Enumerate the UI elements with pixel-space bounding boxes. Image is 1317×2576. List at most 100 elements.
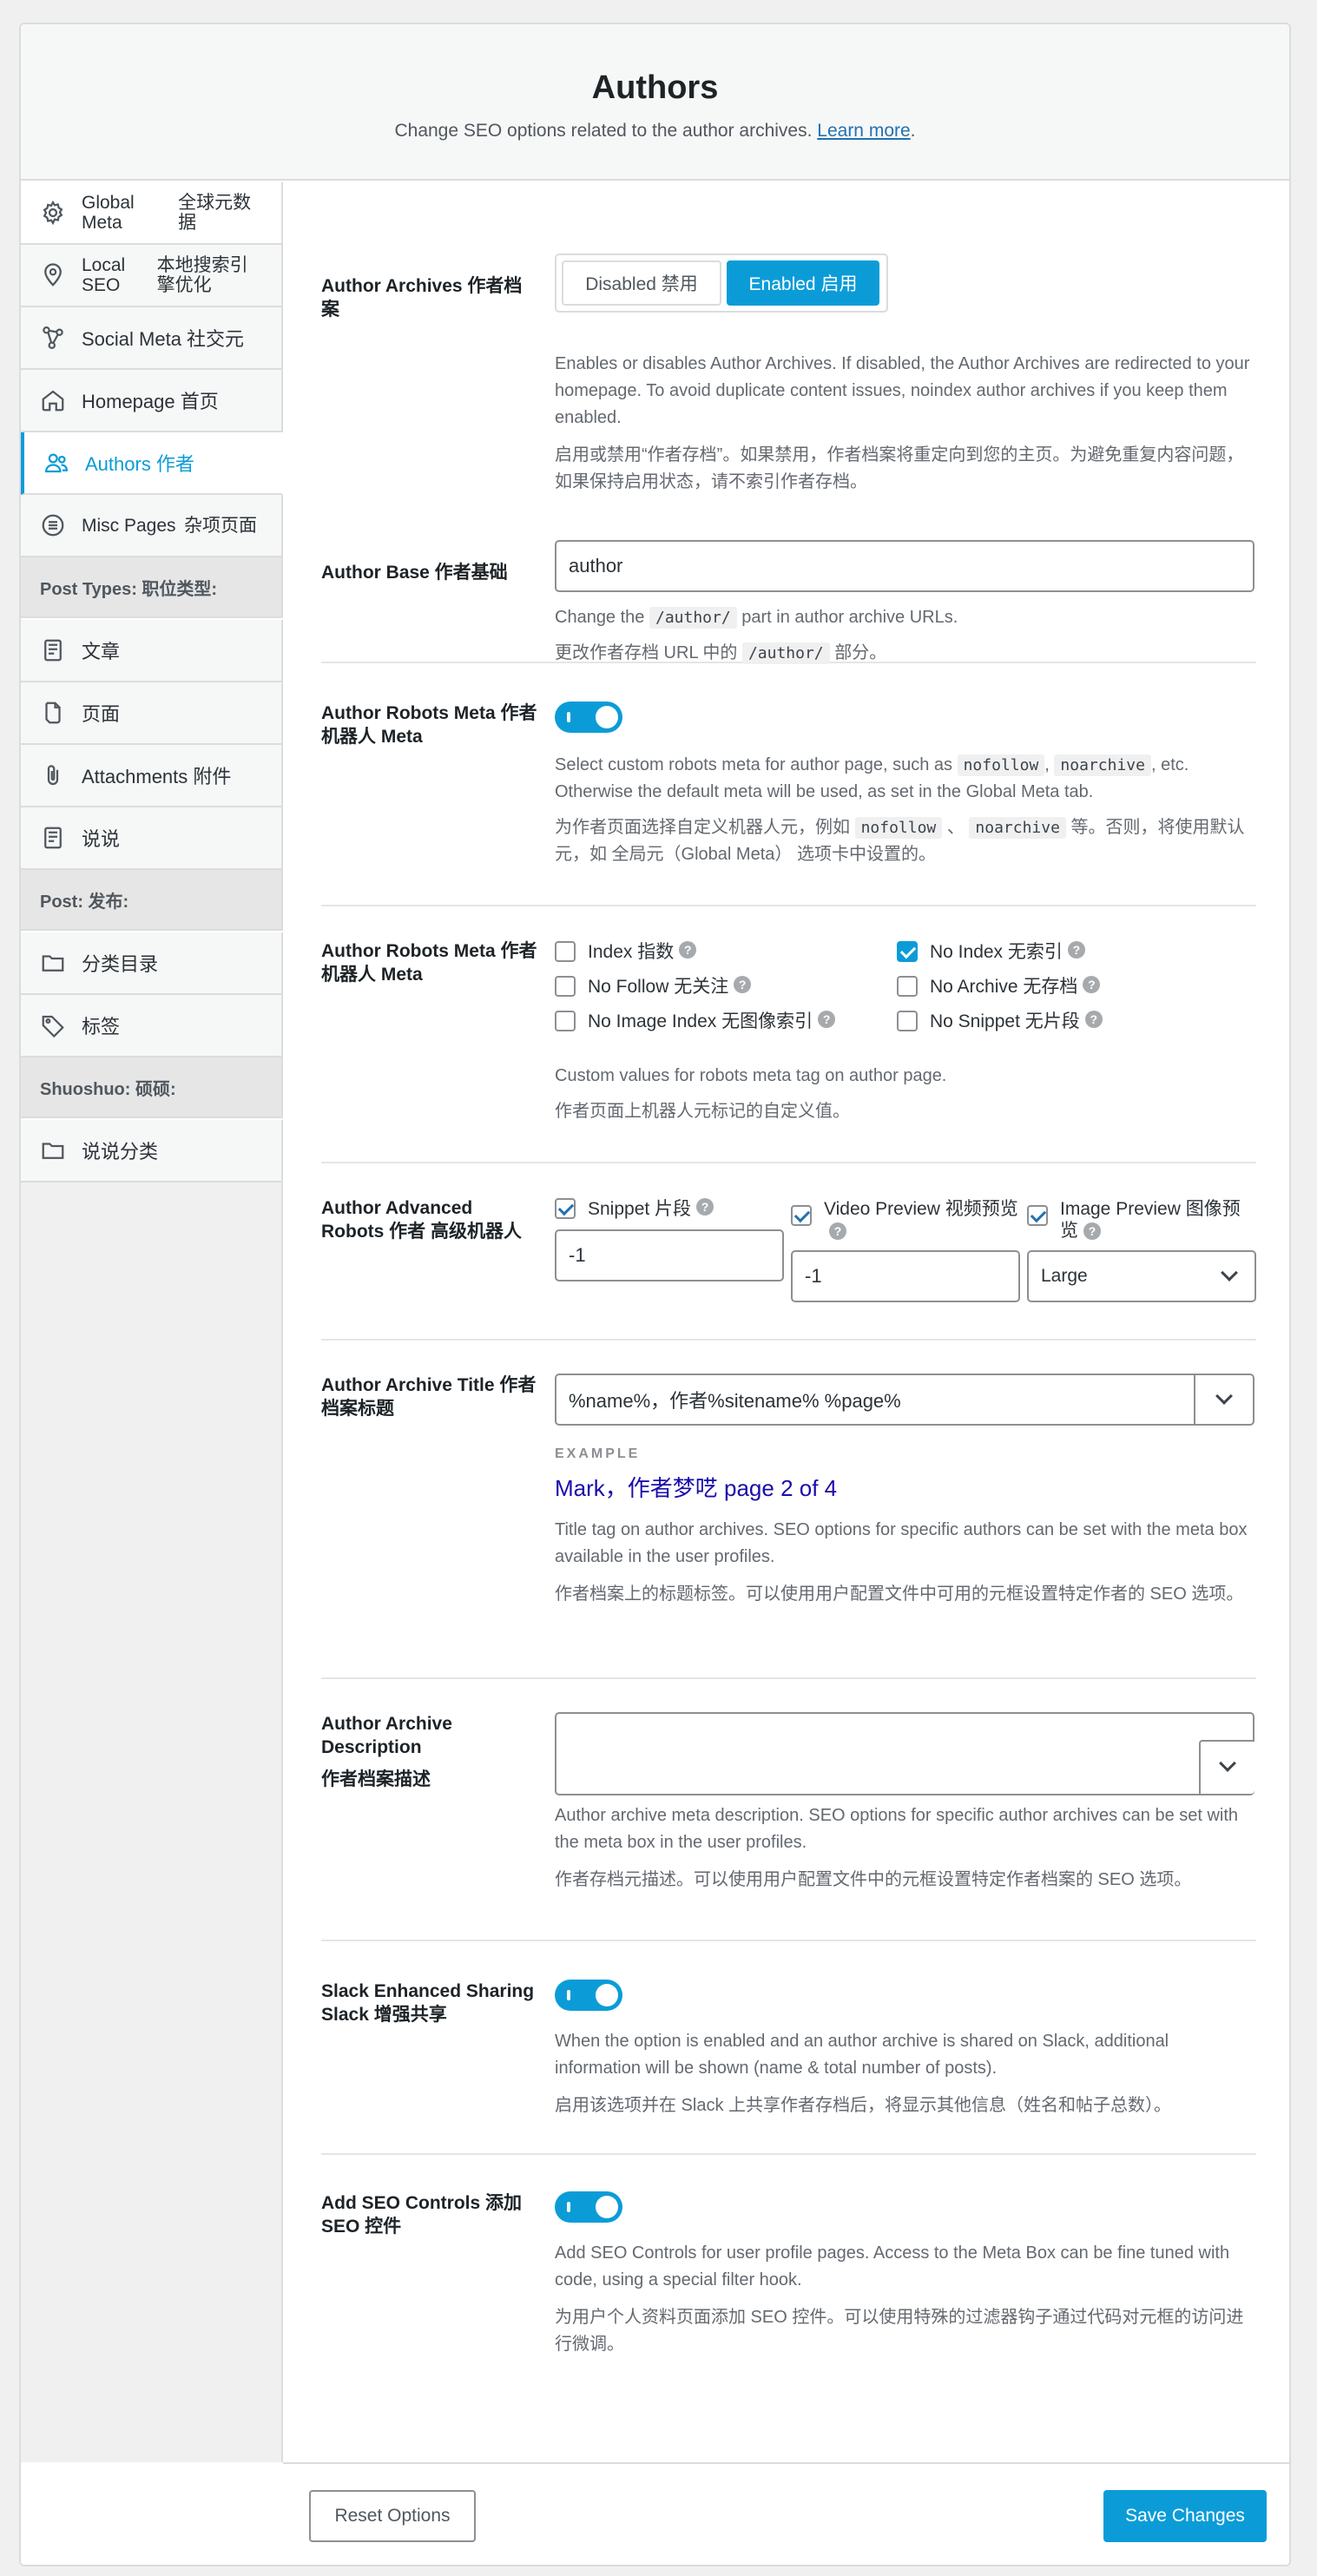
- page-title: Authors: [591, 69, 719, 106]
- nav-shuoshuo[interactable]: 说说: [21, 807, 283, 870]
- nav-global-meta[interactable]: Global Meta 全球元数据: [21, 182, 283, 245]
- nav-section-shuoshuo: Shuoshuo: 硕硕:: [21, 1057, 283, 1118]
- checkbox-box[interactable]: [897, 976, 918, 997]
- image-preview-checkbox[interactable]: Image Preview 图像预览?: [1027, 1198, 1256, 1242]
- help-icon[interactable]: ?: [1084, 1011, 1103, 1028]
- no-snippet-checkbox[interactable]: No Snippet 无片段?: [897, 1011, 1103, 1032]
- no-follow-checkbox[interactable]: No Follow 无关注?: [555, 976, 752, 998]
- archives-desc-en: Enables or disables Author Archives. If …: [555, 354, 1250, 427]
- checkbox-box-checked[interactable]: [1027, 1205, 1048, 1226]
- paperclip-icon: [40, 762, 66, 788]
- checkbox-box-checked[interactable]: [791, 1205, 812, 1226]
- image-preview-select[interactable]: Large: [1027, 1250, 1256, 1302]
- learn-more-link[interactable]: Learn more: [817, 121, 910, 141]
- archive-description-textarea[interactable]: [555, 1712, 1254, 1795]
- row-advanced-robots: Author Advanced Robots 作者 高级机器人 Snippet …: [321, 1163, 1256, 1341]
- no-archive-checkbox[interactable]: No Archive 无存档?: [897, 976, 1101, 998]
- page-header: Authors Change SEO options related to th…: [21, 24, 1289, 181]
- page-subtitle: Change SEO options related to the author…: [394, 121, 916, 141]
- archives-desc-zh: 启用或禁用“作者存档”。如果禁用，作者档案将重定向到您的主页。为避免重复内容问题…: [555, 445, 1244, 491]
- nav-section-post: Post: 发布:: [21, 870, 283, 931]
- page-icon: [40, 700, 66, 726]
- chevron-down-icon[interactable]: [1215, 1387, 1233, 1405]
- help-icon[interactable]: ?: [829, 1222, 846, 1240]
- nav-pages[interactable]: 页面: [21, 682, 283, 745]
- slack-desc-en: When the option is enabled and an author…: [555, 2032, 1169, 2078]
- example-label: EXAMPLE: [555, 1446, 641, 1461]
- slack-sharing-label: Slack Enhanced Sharing Slack 增强共享: [321, 1981, 535, 2025]
- author-base-label: Author Base 作者基础: [321, 563, 508, 583]
- robots-meta-toggle[interactable]: [555, 702, 622, 733]
- row-archive-title: Author Archive Title 作者档案标题 %name%，作者%si…: [321, 1341, 1256, 1679]
- chevron-down-icon: [1221, 1264, 1238, 1281]
- archive-title-input[interactable]: %name%，作者%sitename% %page%: [555, 1374, 1254, 1426]
- map-pin-icon: [40, 262, 66, 288]
- seo-controls-toggle[interactable]: [555, 2191, 622, 2223]
- settings-panel: Authors Change SEO options related to th…: [19, 23, 1291, 2566]
- reset-options-button[interactable]: Reset Options: [309, 2490, 476, 2542]
- nav-articles[interactable]: 文章: [21, 620, 283, 682]
- row-robots-meta-toggle: Author Robots Meta 作者 机器人 Meta Select cu…: [321, 663, 1256, 906]
- nav-local-seo[interactable]: Local SEO 本地搜索引擎优化: [21, 245, 283, 307]
- seo-controls-desc-zh: 为用户个人资料页面添加 SEO 控件。可以使用特殊的过滤器钩子通过代码对元框的访…: [555, 2308, 1244, 2354]
- checkbox-box[interactable]: [555, 1011, 576, 1031]
- help-icon[interactable]: ?: [679, 941, 697, 959]
- nav-social-meta[interactable]: Social Meta 社交元: [21, 307, 283, 370]
- robots-toggle-desc-zh: 为作者页面选择自定义机器人元，例如 nofollow 、 noarchive 等…: [555, 817, 1245, 864]
- nav-misc-pages[interactable]: Misc Pages 杂项页面: [21, 495, 283, 557]
- robots-toggle-desc-en: Select custom robots meta for author pag…: [555, 754, 1189, 801]
- document-icon: [40, 637, 66, 663]
- nav-tags[interactable]: 标签: [21, 995, 283, 1057]
- description-desc-zh: 作者存档元描述。可以使用用户配置文件中的元框设置特定作者档案的 SEO 选项。: [555, 1870, 1192, 1889]
- seo-controls-desc-en: Add SEO Controls for user profile pages.…: [555, 2243, 1230, 2289]
- help-icon[interactable]: ?: [696, 1198, 714, 1216]
- video-preview-input[interactable]: -1: [791, 1250, 1020, 1302]
- checkbox-box-checked[interactable]: [555, 1198, 576, 1219]
- archives-enabled-option[interactable]: Enabled 启用: [727, 260, 879, 306]
- chevron-down-icon: [1219, 1755, 1236, 1772]
- help-icon[interactable]: ?: [818, 1011, 836, 1028]
- save-changes-button[interactable]: Save Changes: [1103, 2490, 1267, 2542]
- gear-icon: [40, 200, 66, 226]
- seo-controls-label: Add SEO Controls 添加 SEO 控件: [321, 2193, 522, 2237]
- slack-sharing-toggle[interactable]: [555, 1980, 622, 2011]
- snippet-checkbox[interactable]: Snippet 片段?: [555, 1198, 714, 1220]
- folder-icon: [40, 950, 66, 976]
- archives-disabled-option[interactable]: Disabled 禁用: [562, 260, 721, 306]
- no-image-index-checkbox[interactable]: No Image Index 无图像索引?: [555, 1011, 836, 1032]
- row-author-archives: Author Archives 作者档案 Disabled 禁用 Enabled…: [321, 182, 1256, 495]
- share-nodes-icon: [40, 325, 66, 351]
- robots-checks-label: Author Robots Meta 作者 机器人 Meta: [321, 941, 537, 985]
- checkbox-box[interactable]: [555, 941, 576, 962]
- archives-segmented-control: Disabled 禁用 Enabled 启用: [555, 254, 888, 313]
- slack-desc-zh: 启用该选项并在 Slack 上共享作者存档后，将显示其他信息（姓名和帖子总数）。: [555, 2096, 1172, 2115]
- no-index-checkbox[interactable]: No Index 无索引?: [897, 941, 1085, 963]
- author-base-input[interactable]: author: [555, 540, 1254, 592]
- nav-shuoshuo-categories[interactable]: 说说分类: [21, 1120, 283, 1183]
- checkbox-box-checked[interactable]: [897, 941, 918, 962]
- users-icon: [43, 450, 69, 476]
- index-checkbox[interactable]: Index 指数?: [555, 941, 697, 963]
- row-seo-controls: Add SEO Controls 添加 SEO 控件 Add SEO Contr…: [321, 2155, 1256, 2459]
- checkbox-box[interactable]: [897, 1011, 918, 1031]
- nav-categories[interactable]: 分类目录: [21, 932, 283, 995]
- nav-section-post-types: Post Types: 职位类型:: [21, 557, 283, 618]
- help-icon[interactable]: ?: [1067, 941, 1085, 959]
- list-circle-icon: [40, 512, 66, 538]
- help-icon[interactable]: ?: [1083, 1222, 1101, 1240]
- nav-homepage[interactable]: Homepage 首页: [21, 370, 283, 432]
- archive-description-label: Author Archive Description 作者档案描述: [321, 1714, 452, 1789]
- nav-attachments[interactable]: Attachments 附件: [21, 745, 283, 807]
- description-variable-dropdown[interactable]: [1199, 1740, 1254, 1794]
- author-archives-label: Author Archives 作者档案: [321, 276, 523, 320]
- dropdown-divider: [1194, 1375, 1195, 1424]
- nav-authors[interactable]: Authors 作者: [21, 432, 283, 495]
- snippet-length-input[interactable]: -1: [555, 1229, 784, 1281]
- video-preview-checkbox[interactable]: Video Preview 视频预览?: [791, 1198, 1020, 1242]
- settings-sidebar: Global Meta 全球元数据 Local SEO 本地搜索引擎优化 Socia…: [21, 182, 283, 1183]
- help-icon[interactable]: ?: [734, 976, 752, 993]
- example-preview: Mark，作者梦呓 page 2 of 4: [555, 1475, 838, 1501]
- checkbox-box[interactable]: [555, 976, 576, 997]
- row-robots-meta-values: Author Robots Meta 作者 机器人 Meta Index 指数?…: [321, 906, 1256, 1163]
- help-icon[interactable]: ?: [1083, 976, 1101, 993]
